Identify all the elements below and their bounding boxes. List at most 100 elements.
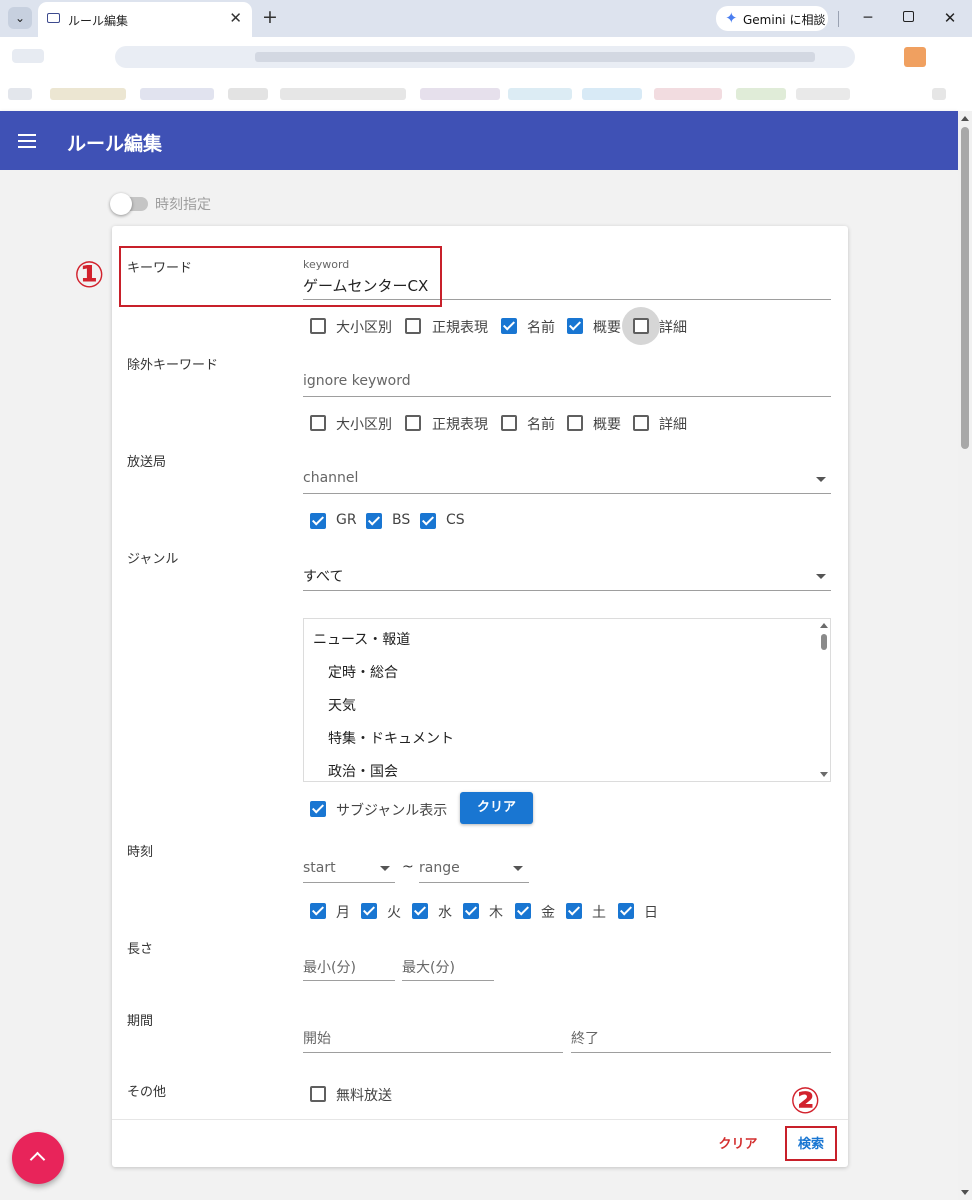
station-cs-checkbox[interactable] <box>420 513 436 529</box>
listbox-scroll-up-icon[interactable] <box>820 623 828 628</box>
exclude-keyword-label: 除外キーワード <box>127 358 219 373</box>
bookmark-redacted[interactable] <box>50 88 126 100</box>
monitor-icon <box>47 13 60 23</box>
genre-dropdown-arrow-icon[interactable] <box>816 574 826 579</box>
subgenre-checkbox[interactable] <box>310 801 326 817</box>
station-label: 放送局 <box>127 455 167 470</box>
exclude-regex-checkbox[interactable] <box>405 415 421 431</box>
genre-label: ジャンル <box>127 552 179 567</box>
genre-select[interactable]: すべて <box>303 566 343 586</box>
listbox-scroll-down-icon[interactable] <box>820 772 828 777</box>
bookmark-redacted[interactable] <box>140 88 214 100</box>
free-broadcast-checkbox[interactable] <box>310 1086 326 1102</box>
keyword-name-checkbox[interactable] <box>501 318 517 334</box>
tab-title: ルール編集 <box>68 14 129 28</box>
genre-list-item[interactable]: ニュース・報道 <box>313 629 410 649</box>
keyword-summary-label: 概要 <box>593 320 621 336</box>
period-start-input[interactable]: 開始 <box>303 1028 331 1048</box>
genre-listbox[interactable]: ニュース・報道 定時・総合 天気 特集・ドキュメント 政治・国会 <box>303 618 831 782</box>
bookmark-redacted[interactable] <box>508 88 572 100</box>
bookmark-redacted[interactable] <box>932 88 946 100</box>
scroll-down-arrow-icon[interactable] <box>961 1190 969 1195</box>
chevron-up-icon <box>29 1151 46 1168</box>
genre-list-item[interactable]: 特集・ドキュメント <box>328 728 454 748</box>
min-length-input[interactable]: 最小(分) <box>303 957 356 977</box>
menu-icon[interactable] <box>18 134 36 148</box>
exclude-case-label: 大小区別 <box>336 417 392 433</box>
time-range-underline <box>419 882 529 883</box>
start-time-dropdown-arrow-icon[interactable] <box>380 866 390 871</box>
day-sat-checkbox[interactable] <box>566 903 582 919</box>
bookmark-redacted[interactable] <box>736 88 786 100</box>
keyword-regex-checkbox[interactable] <box>405 318 421 334</box>
day-sun-label: 日 <box>644 905 658 921</box>
day-tue-checkbox[interactable] <box>361 903 377 919</box>
time-toggle-knob[interactable] <box>110 193 132 215</box>
start-time-select[interactable]: start <box>303 860 336 876</box>
channel-dropdown-arrow-icon[interactable] <box>816 477 826 482</box>
close-tab-icon[interactable]: ✕ <box>229 9 242 27</box>
day-sun-checkbox[interactable] <box>618 903 634 919</box>
browser-tab-active[interactable]: ルール編集 ✕ <box>38 2 252 37</box>
footer-clear-button[interactable]: クリア <box>708 1129 768 1161</box>
genre-underline <box>303 590 831 591</box>
station-bs-checkbox[interactable] <box>366 513 382 529</box>
exclude-case-checkbox[interactable] <box>310 415 326 431</box>
max-length-input[interactable]: 最大(分) <box>402 957 455 977</box>
day-wed-checkbox[interactable] <box>412 903 428 919</box>
bookmark-redacted[interactable] <box>228 88 268 100</box>
time-range-select[interactable]: range <box>419 860 460 876</box>
exclude-name-checkbox[interactable] <box>501 415 517 431</box>
keyword-case-label: 大小区別 <box>336 320 392 336</box>
exclude-summary-label: 概要 <box>593 417 621 433</box>
genre-list-item[interactable]: 定時・総合 <box>328 662 398 682</box>
genre-clear-button[interactable]: クリア <box>460 792 533 824</box>
address-bar-redacted[interactable] <box>115 46 855 68</box>
period-start-underline <box>303 1052 563 1053</box>
keyword-detail-checkbox[interactable] <box>633 318 649 334</box>
day-thu-checkbox[interactable] <box>463 903 479 919</box>
exclude-regex-label: 正規表現 <box>432 417 488 433</box>
bookmark-redacted[interactable] <box>280 88 406 100</box>
extension-icon-redacted[interactable] <box>904 47 926 67</box>
tab-search-button[interactable]: ⌄ <box>8 7 32 29</box>
bookmark-redacted[interactable] <box>8 88 32 100</box>
time-range-dropdown-arrow-icon[interactable] <box>513 866 523 871</box>
exclude-keyword-input[interactable]: ignore keyword <box>303 373 411 389</box>
minimize-button[interactable]: ─ <box>856 7 880 29</box>
station-cs-label: CS <box>446 512 465 528</box>
keyword-summary-checkbox[interactable] <box>567 318 583 334</box>
gemini-sparkle-icon: ✦ <box>725 9 738 27</box>
exclude-summary-checkbox[interactable] <box>567 415 583 431</box>
scroll-up-arrow-icon[interactable] <box>961 116 969 121</box>
channel-underline <box>303 493 831 494</box>
bookmark-redacted[interactable] <box>420 88 500 100</box>
exclude-name-label: 名前 <box>527 417 555 433</box>
day-mon-checkbox[interactable] <box>310 903 326 919</box>
start-time-underline <box>303 882 395 883</box>
period-end-underline <box>571 1052 831 1053</box>
genre-list-item[interactable]: 天気 <box>328 695 356 715</box>
gemini-button[interactable]: ✦ Gemini に相談 <box>716 6 828 31</box>
page-scrollbar[interactable] <box>958 111 972 1200</box>
channel-select[interactable]: channel <box>303 470 358 486</box>
period-end-input[interactable]: 終了 <box>571 1028 599 1048</box>
new-tab-button[interactable]: + <box>262 6 278 28</box>
day-sat-label: 土 <box>592 905 606 921</box>
day-fri-checkbox[interactable] <box>515 903 531 919</box>
maximize-button[interactable] <box>896 7 920 29</box>
bookmark-redacted[interactable] <box>582 88 642 100</box>
close-window-button[interactable]: ✕ <box>938 7 962 29</box>
address-bar-row-redacted <box>0 37 972 77</box>
min-length-underline <box>303 980 395 981</box>
scroll-to-top-button[interactable] <box>12 1132 64 1184</box>
genre-list-item[interactable]: 政治・国会 <box>328 761 398 781</box>
keyword-case-checkbox[interactable] <box>310 318 326 334</box>
bookmark-redacted[interactable] <box>654 88 722 100</box>
exclude-detail-checkbox[interactable] <box>633 415 649 431</box>
scroll-thumb[interactable] <box>961 127 969 449</box>
bookmark-redacted[interactable] <box>796 88 850 100</box>
period-label: 期間 <box>127 1014 154 1029</box>
listbox-scroll-thumb[interactable] <box>821 634 827 650</box>
station-gr-checkbox[interactable] <box>310 513 326 529</box>
